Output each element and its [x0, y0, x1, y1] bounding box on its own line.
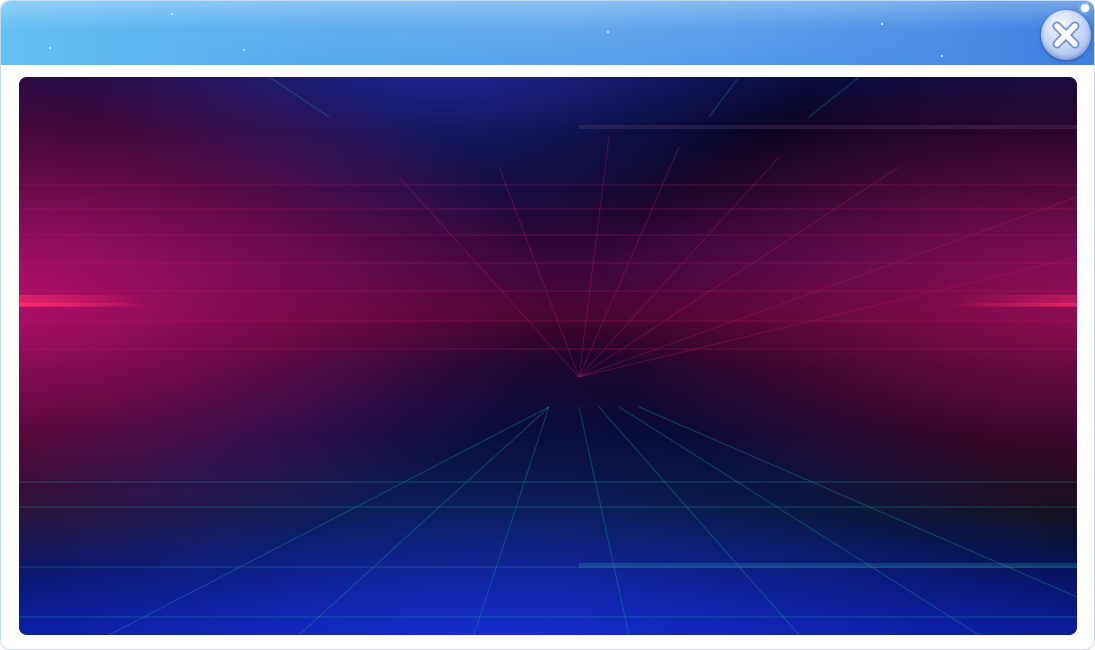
- close-icon: [1052, 21, 1080, 49]
- close-button[interactable]: [1041, 4, 1091, 60]
- sparkle-decoration: [881, 23, 883, 25]
- neon-grid-background: [19, 77, 1077, 635]
- title-bar[interactable]: [1, 1, 1094, 65]
- sparkle-decoration: [941, 55, 943, 57]
- sparkle-decoration: [49, 47, 51, 49]
- content-panel: [19, 77, 1077, 635]
- sparkle-decoration: [607, 31, 609, 33]
- sparkle-decoration: [243, 49, 245, 51]
- dialog-window: [0, 0, 1095, 650]
- sparkle-decoration: [171, 13, 173, 15]
